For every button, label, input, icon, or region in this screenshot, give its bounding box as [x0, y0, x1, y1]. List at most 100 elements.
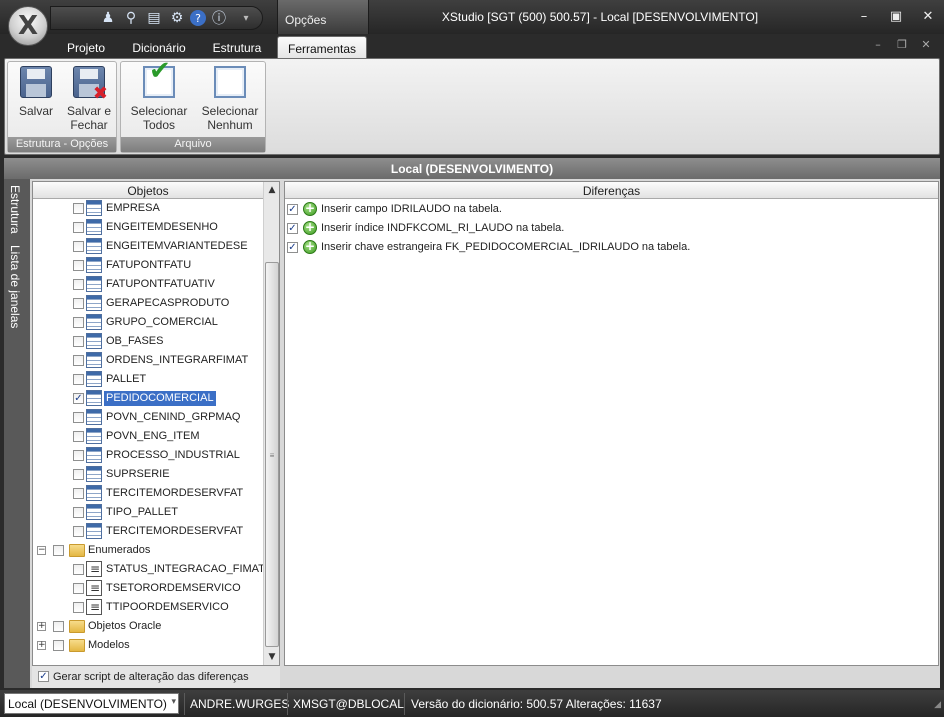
scroll-up-icon[interactable]: ▲ [264, 182, 280, 198]
tree-item-checkbox[interactable] [73, 583, 84, 594]
table-icon [86, 200, 102, 216]
tree-item[interactable]: SUPRSERIE [33, 465, 263, 484]
select-none-button[interactable]: Selecionar Nenhum [197, 66, 263, 132]
users-icon[interactable]: ♟ [98, 8, 118, 28]
mdi-restore-icon[interactable]: ❐ [892, 38, 912, 51]
side-tab-estrutura[interactable]: Estrutura [8, 185, 22, 234]
tree-item-checkbox[interactable] [73, 203, 84, 214]
tree-item-checkbox[interactable] [73, 298, 84, 309]
tree-item-label: Modelos [88, 639, 130, 651]
expand-icon[interactable]: + [37, 622, 46, 631]
mdi-minimize-icon[interactable]: – [868, 38, 888, 51]
tree-item[interactable]: STATUS_INTEGRACAO_FIMAT [33, 560, 263, 579]
tree-item-checkbox[interactable] [53, 640, 64, 651]
tree-item[interactable]: OB_FASES [33, 332, 263, 351]
chevron-down-icon[interactable]: ▾ [171, 697, 176, 707]
info-icon[interactable]: ⓘ [209, 8, 229, 28]
tab-dicionario[interactable]: Dicionário [124, 38, 194, 58]
tree-item[interactable]: TIPO_PALLET [33, 503, 263, 522]
tree-item-checkbox[interactable] [73, 317, 84, 328]
select-all-button[interactable]: ✔ Selecionar Todos [127, 58, 191, 132]
tree-item-checkbox[interactable] [73, 431, 84, 442]
mdi-close-icon[interactable]: ✕ [916, 38, 936, 51]
tree-item[interactable]: EMPRESA [33, 199, 263, 218]
minimize-icon[interactable]: – [848, 6, 880, 26]
scroll-thumb[interactable]: ≡ [265, 262, 279, 647]
tree-item[interactable]: GERAPECASPRODUTO [33, 294, 263, 313]
tree-item-checkbox[interactable] [73, 469, 84, 480]
tab-estrutura[interactable]: Estrutura [204, 38, 270, 58]
table-icon [86, 371, 102, 387]
tree-item-checkbox[interactable] [73, 412, 84, 423]
difference-checkbox[interactable]: ✓ [287, 204, 298, 215]
tree-item[interactable]: ENGEITEMVARIANTEDESE [33, 237, 263, 256]
generate-script-checkbox[interactable]: ✓ [38, 671, 49, 682]
search-icon[interactable]: ⚲ [121, 8, 141, 28]
document-icon[interactable]: ▤ [144, 8, 164, 28]
resize-grip-icon[interactable]: ◢ [934, 700, 941, 710]
tree-item[interactable]: PALLET [33, 370, 263, 389]
tree-item-checkbox[interactable] [73, 450, 84, 461]
tree-item-checkbox[interactable]: ✓ [73, 393, 84, 404]
tree-item[interactable]: ENGEITEMDESENHO [33, 218, 263, 237]
application-menu-button[interactable]: X [8, 6, 48, 46]
difference-text: Inserir chave estrangeira FK_PEDIDOCOMER… [321, 241, 691, 253]
tree-item-checkbox[interactable] [73, 488, 84, 499]
tree-item[interactable]: PROCESSO_INDUSTRIAL [33, 446, 263, 465]
difference-item[interactable]: ✓ + Inserir campo IDRILAUDO na tabela. [287, 200, 927, 219]
document-area: Local (DESENVOLVIMENTO) Estrutura Lista … [4, 158, 940, 688]
tree-item-checkbox[interactable] [73, 222, 84, 233]
scroll-down-icon[interactable]: ▼ [264, 649, 280, 665]
tree-scrollbar[interactable]: ▲ ≡ ▼ [263, 182, 279, 665]
tree-item[interactable]: FATUPONTFATUATIV [33, 275, 263, 294]
difference-checkbox[interactable]: ✓ [287, 223, 298, 234]
tree-item[interactable]: ORDENS_INTEGRARFIMAT [33, 351, 263, 370]
tree-folder-item[interactable]: + Modelos [33, 636, 263, 655]
tree-folder-item[interactable]: − Enumerados [33, 541, 263, 560]
tree-item[interactable]: ✓ PEDIDOCOMERCIAL [33, 389, 263, 408]
tree-item-checkbox[interactable] [73, 526, 84, 537]
difference-item[interactable]: ✓ + Inserir chave estrangeira FK_PEDIDOCOM… [287, 238, 927, 257]
generate-script-option: ✓ Gerar script de alteração das diferenç… [32, 666, 280, 688]
tree-item-checkbox[interactable] [73, 336, 84, 347]
expand-icon[interactable]: + [37, 641, 46, 650]
tree-item-checkbox[interactable] [73, 260, 84, 271]
help-icon[interactable]: ? [190, 10, 206, 26]
side-tab-lista-janelas[interactable]: Lista de janelas [8, 245, 22, 328]
difference-item[interactable]: ✓ + Inserir índice INDFKCOML_RI_LAUDO na t… [287, 219, 927, 238]
tree-item[interactable]: TTIPOORDEMSERVICO [33, 598, 263, 617]
tree-item[interactable]: TERCITEMORDESERVFAT [33, 484, 263, 503]
tree-item[interactable]: TSETORORDEMSERVICO [33, 579, 263, 598]
tab-projeto[interactable]: Projeto [58, 38, 114, 58]
group-label: Arquivo [121, 137, 265, 152]
tree-item[interactable]: FATUPONTFATU [33, 256, 263, 275]
connection-value: Local (DESENVOLVIMENTO) [8, 697, 167, 711]
add-icon: + [303, 220, 317, 235]
customize-dropdown-icon[interactable]: ▾ [236, 8, 256, 28]
connection-select[interactable]: Local (DESENVOLVIMENTO) ▾ [4, 693, 179, 714]
tree-item[interactable]: POVN_ENG_ITEM [33, 427, 263, 446]
tree-item-checkbox[interactable] [73, 279, 84, 290]
close-icon[interactable]: ✕ [912, 6, 944, 26]
collapse-icon[interactable]: − [37, 546, 46, 555]
tree-item[interactable]: GRUPO_COMERCIAL [33, 313, 263, 332]
save-button[interactable]: Salvar [11, 66, 61, 118]
tree-item-checkbox[interactable] [53, 545, 64, 556]
tree-item-checkbox[interactable] [73, 602, 84, 613]
tree-item-checkbox[interactable] [73, 374, 84, 385]
table-icon [86, 352, 102, 368]
tree-item[interactable]: TERCITEMORDESERVFAT [33, 522, 263, 541]
tree-item-checkbox[interactable] [73, 507, 84, 518]
save-and-close-button[interactable]: ✖ Salvar e Fechar [63, 66, 115, 132]
tree-item-checkbox[interactable] [53, 621, 64, 632]
difference-checkbox[interactable]: ✓ [287, 242, 298, 253]
side-tabs: Estrutura Lista de janelas [4, 179, 30, 688]
gear-icon[interactable]: ⚙ [167, 8, 187, 28]
tree-item-checkbox[interactable] [73, 355, 84, 366]
tree-folder-item[interactable]: + Objetos Oracle [33, 617, 263, 636]
tree-item[interactable]: POVN_CENIND_GRPMAQ [33, 408, 263, 427]
maximize-icon[interactable]: ▣ [880, 6, 912, 26]
tree-item-checkbox[interactable] [73, 564, 84, 575]
tab-ferramentas[interactable]: Ferramentas [277, 36, 367, 58]
tree-item-checkbox[interactable] [73, 241, 84, 252]
